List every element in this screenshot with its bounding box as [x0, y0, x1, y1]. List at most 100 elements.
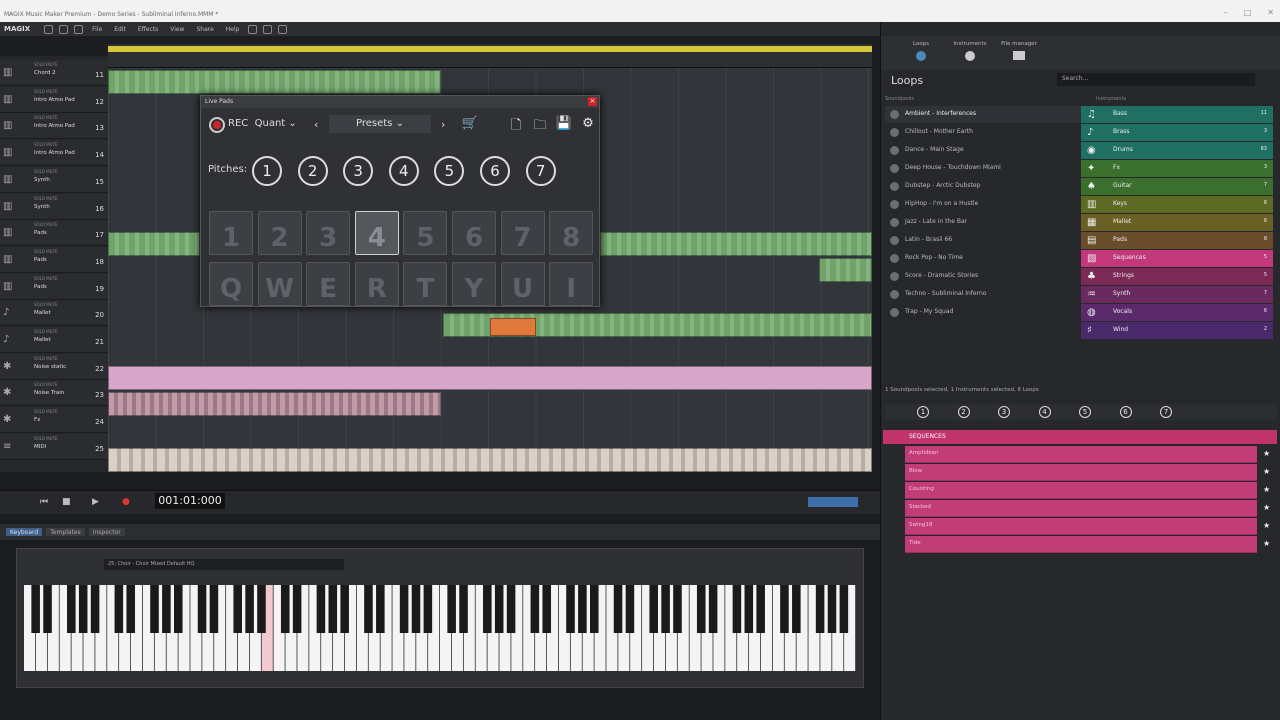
pad-button[interactable]: U: [500, 262, 545, 306]
record-button[interactable]: [209, 117, 225, 133]
pad-button[interactable]: 8: [549, 211, 594, 255]
menu-view[interactable]: View: [167, 26, 187, 33]
track-header[interactable]: ✱ SOLO MUTE Fx 24: [0, 407, 108, 434]
instrument-preset-select[interactable]: 25: Choir - Choir Mixed Default HQ: [104, 559, 344, 570]
previous-preset-icon[interactable]: ‹: [314, 118, 318, 131]
track-header[interactable]: ▥ SOLO MUTE Pads 18: [0, 246, 108, 273]
black-key[interactable]: [839, 585, 849, 633]
black-key[interactable]: [780, 585, 789, 633]
track-header[interactable]: ▥ SOLO MUTE Intro Atmo Pad 14: [0, 140, 108, 167]
black-key[interactable]: [292, 585, 302, 633]
black-key[interactable]: [447, 585, 456, 633]
soundpool-item[interactable]: Techno - Subliminal Inferno: [885, 286, 1081, 303]
black-key[interactable]: [756, 585, 765, 633]
black-key[interactable]: [399, 585, 409, 633]
black-key[interactable]: [566, 585, 575, 633]
black-key[interactable]: [506, 585, 516, 633]
pitch-button[interactable]: 5: [434, 156, 465, 186]
record-icon[interactable]: ●: [122, 497, 130, 507]
black-key[interactable]: [43, 585, 52, 633]
zoom-slider[interactable]: [808, 497, 858, 507]
black-key[interactable]: [589, 585, 599, 633]
loop-item[interactable]: Blow: [905, 464, 1257, 481]
black-key[interactable]: [459, 585, 468, 633]
pad-button[interactable]: 4: [354, 211, 399, 255]
close-icon[interactable]: ×: [588, 97, 597, 106]
pad-button[interactable]: 7: [500, 211, 545, 255]
folder-icon[interactable]: 🗀: [531, 116, 549, 133]
black-key[interactable]: [673, 585, 682, 633]
search-input[interactable]: Search...: [1057, 73, 1255, 86]
menu-share[interactable]: Share: [193, 26, 216, 33]
presets-dropdown[interactable]: Presets ⌄: [329, 115, 431, 133]
menu-edit[interactable]: Edit: [111, 26, 129, 33]
audio-clip[interactable]: [108, 366, 872, 390]
audio-clip[interactable]: [108, 392, 441, 416]
black-key[interactable]: [90, 585, 100, 633]
track-header[interactable]: ♪ SOLO MUTE Mallet 21: [0, 327, 108, 353]
menu-help[interactable]: Help: [223, 26, 243, 33]
track-buttons[interactable]: SOLO MUTE: [34, 409, 58, 414]
black-key[interactable]: [245, 585, 254, 633]
black-key[interactable]: [364, 585, 373, 633]
track-buttons[interactable]: SOLO MUTE: [34, 436, 58, 441]
shop-icon[interactable]: 🛒: [461, 116, 479, 132]
timeline-ruler[interactable]: [108, 44, 872, 68]
rewind-icon[interactable]: ⏮: [40, 497, 48, 507]
soundpool-item[interactable]: Deep House - Touchdown Miami: [885, 160, 1081, 177]
pitch-button[interactable]: 3: [998, 406, 1010, 418]
audio-clip[interactable]: [108, 70, 441, 94]
black-key[interactable]: [661, 585, 670, 633]
instrument-item[interactable]: ◍ Vocals 6: [1081, 304, 1273, 321]
new-file-icon[interactable]: 🗋: [507, 116, 525, 133]
track-header[interactable]: ✱ SOLO MUTE Noise static 22: [0, 353, 108, 380]
black-key[interactable]: [257, 585, 266, 633]
favorite-icon[interactable]: ★: [1263, 449, 1270, 458]
track-header[interactable]: ≡ SOLO MUTE MIDI 25: [0, 433, 108, 460]
instrument-item[interactable]: ▤ Pads 8: [1081, 232, 1273, 249]
black-key[interactable]: [67, 585, 76, 633]
track-buttons[interactable]: SOLO MUTE: [34, 115, 58, 120]
black-key[interactable]: [613, 585, 623, 633]
black-key[interactable]: [173, 585, 183, 633]
black-key[interactable]: [744, 585, 754, 633]
soundpool-item[interactable]: Ambient - Interferences: [885, 106, 1081, 123]
black-key[interactable]: [649, 585, 658, 633]
black-key[interactable]: [732, 585, 742, 633]
black-key[interactable]: [483, 585, 492, 633]
new-icon[interactable]: [44, 24, 54, 34]
instrument-item[interactable]: ▧ Sequences 5: [1081, 250, 1273, 267]
track-header[interactable]: ♪ SOLO MUTE Mallet 20: [0, 300, 108, 327]
pitch-button[interactable]: 7: [525, 156, 556, 186]
black-key[interactable]: [542, 585, 552, 633]
black-key[interactable]: [150, 585, 159, 633]
pitch-button[interactable]: 6: [1119, 406, 1132, 418]
track-header[interactable]: ▥ SOLO MUTE Chord 2 11: [0, 60, 108, 86]
tab-templates[interactable]: Templates: [46, 528, 85, 536]
menu-effects[interactable]: Effects: [135, 26, 161, 33]
instrument-item[interactable]: ♯ Wind 2: [1081, 322, 1273, 339]
pitch-button[interactable]: 4: [388, 156, 419, 186]
loop-item[interactable]: Tide: [905, 536, 1257, 553]
black-key[interactable]: [815, 585, 825, 633]
soundpool-item[interactable]: Trap - My Squad: [885, 304, 1081, 321]
redo-icon[interactable]: [263, 24, 273, 34]
open-icon[interactable]: [59, 24, 69, 34]
track-header[interactable]: ▥ SOLO MUTE Pads 17: [0, 220, 108, 247]
pad-button[interactable]: I: [549, 262, 594, 306]
quant-dropdown[interactable]: Quant: [255, 118, 286, 129]
track-buttons[interactable]: SOLO MUTE: [34, 356, 58, 361]
black-key[interactable]: [209, 585, 219, 633]
black-key[interactable]: [126, 585, 136, 633]
black-key[interactable]: [78, 585, 88, 633]
black-key[interactable]: [708, 585, 718, 633]
pad-button[interactable]: W: [257, 262, 302, 306]
black-key[interactable]: [114, 585, 124, 633]
instrument-item[interactable]: ♫ Bass 11: [1081, 106, 1273, 123]
stop-icon[interactable]: ■: [62, 497, 71, 507]
loop-item[interactable]: Amphibian: [905, 446, 1257, 463]
black-key[interactable]: [197, 585, 207, 633]
black-key[interactable]: [376, 585, 385, 633]
pad-button[interactable]: 3: [306, 211, 351, 255]
track-buttons[interactable]: SOLO MUTE: [34, 222, 58, 227]
